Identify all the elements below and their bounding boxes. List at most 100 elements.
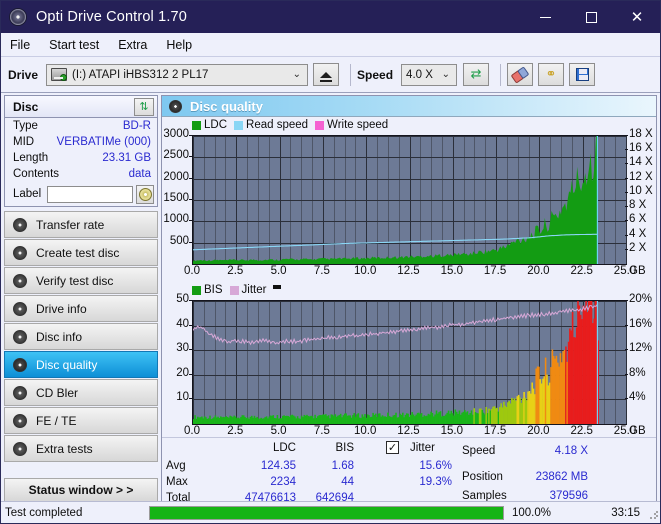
- toolbar: Drive (I:) ATAPI iHBS312 2 PL17 ⌄ Speed …: [1, 57, 660, 93]
- sidebar-item-fe-te[interactable]: FE / TE: [4, 407, 158, 434]
- disc-type-label: Type: [13, 120, 38, 132]
- stats-speed-label: Speed: [462, 445, 496, 457]
- jitter-checkbox[interactable]: ✓: [386, 441, 399, 454]
- y-tick-mark: [189, 220, 192, 222]
- legend-swatch-write-speed: [315, 120, 325, 130]
- y-tick-mark: [189, 373, 192, 375]
- disc-contents-value: data: [128, 168, 151, 180]
- sidebar-item-verify-test-disc[interactable]: Verify test disc: [4, 267, 158, 294]
- sidebar-item-label: Verify test disc: [36, 273, 114, 288]
- close-button[interactable]: ✕: [614, 1, 660, 33]
- y2-tick-label: 12%: [629, 342, 653, 355]
- menu-item-help[interactable]: Help: [166, 36, 201, 54]
- sidebar-item-drive-info[interactable]: Drive info: [4, 295, 158, 322]
- disc-label-button[interactable]: [136, 184, 154, 204]
- y2-tick-label: 16 X: [629, 142, 653, 155]
- y2-tick-label: 2 X: [629, 241, 647, 254]
- disc-panel-header: Disc ⇅: [5, 96, 157, 118]
- menu-item-start-test[interactable]: Start test: [49, 36, 108, 54]
- cd-bler-icon: [13, 385, 27, 400]
- resize-grip[interactable]: [649, 510, 659, 520]
- menu-item-extra[interactable]: Extra: [118, 36, 156, 54]
- sidebar-item-transfer-rate[interactable]: Transfer rate: [4, 211, 158, 238]
- minimize-button[interactable]: [522, 1, 568, 33]
- status-text: Test completed: [5, 506, 83, 519]
- disc-info-panel: Disc ⇅ Type BD-R MID VERBATIMe (000) Len…: [4, 95, 158, 207]
- disc-length-label: Length: [13, 152, 49, 164]
- x-tick-label: 20.0: [527, 425, 550, 437]
- create-test-disc-icon: [13, 245, 27, 260]
- menu-item-file[interactable]: File: [10, 36, 39, 54]
- sidebar-item-disc-info[interactable]: Disc info: [4, 323, 158, 350]
- navigation-list: Transfer rate Create test disc Verify te…: [4, 211, 158, 462]
- y2-tick-mark: [625, 349, 628, 351]
- y-tick-mark: [189, 135, 192, 136]
- legend-swatch-jitter: [229, 285, 239, 295]
- save-button[interactable]: [569, 63, 596, 86]
- y-tick-mark: [189, 398, 192, 400]
- sidebar-item-label: CD Bler: [36, 385, 79, 400]
- y-tick-mark: [189, 156, 192, 158]
- disc-refresh-button[interactable]: ⇅: [134, 97, 154, 116]
- sidebar-item-create-test-disc[interactable]: Create test disc: [4, 239, 158, 266]
- x-tick-label: 5.0: [270, 425, 287, 437]
- tools-button[interactable]: ⚭: [538, 63, 565, 86]
- sidebar-item-extra-tests[interactable]: Extra tests: [4, 435, 158, 462]
- max-jitter-value: 19.3%: [419, 476, 452, 488]
- eject-icon: [320, 71, 333, 82]
- y-tick-label: 50: [176, 293, 189, 305]
- y2-tick-label: 6 X: [629, 213, 647, 226]
- disc-quality-icon: [13, 357, 27, 372]
- disc-panel-title: Disc: [13, 99, 39, 114]
- y2-tick-mark: [625, 234, 628, 236]
- charts-area: LDC Read speed Write speed 500 1000 1500 20…: [162, 117, 656, 437]
- disc-type-value: BD-R: [122, 120, 151, 132]
- y2-tick-mark: [625, 177, 628, 179]
- disc-label-input[interactable]: [47, 185, 134, 203]
- maximize-button[interactable]: [568, 1, 614, 33]
- y2-tick-mark: [625, 324, 628, 326]
- legend-swatch-bis: [192, 285, 201, 295]
- x-tick-label: 15.0: [440, 425, 463, 437]
- sidebar-item-cd-bler[interactable]: CD Bler: [4, 379, 158, 406]
- sidebar-item-disc-quality[interactable]: Disc quality: [4, 351, 158, 378]
- sidebar-item-label: Create test disc: [36, 245, 120, 260]
- chevron-down-icon: ⌄: [292, 69, 302, 80]
- legend-label-write-speed: Write speed: [327, 119, 389, 131]
- main-panel-header: Disc quality: [162, 96, 656, 117]
- drive-select[interactable]: (I:) ATAPI iHBS312 2 PL17 ⌄: [46, 63, 309, 86]
- y-tick-label: 500: [169, 234, 189, 247]
- sidebar: Disc ⇅ Type BD-R MID VERBATIMe (000) Len…: [1, 93, 161, 516]
- disc-label-label: Label: [13, 188, 42, 200]
- disc-length-value: 23.31 GB: [102, 152, 151, 164]
- max-ldc-value: 2234: [270, 476, 296, 488]
- x-tick-label: 15.0: [440, 265, 463, 277]
- y-tick-label: 20: [176, 366, 189, 379]
- x-tick-label: 7.5: [313, 425, 330, 437]
- y2-tick-label: 4 X: [629, 227, 647, 240]
- y2-tick-label: 12 X: [629, 170, 653, 183]
- y2-tick-mark: [625, 163, 628, 165]
- legend-item-jitter: Jitter: [229, 284, 266, 296]
- status-window-button[interactable]: Status window > >: [4, 478, 158, 502]
- stats-col-ldc: LDC: [272, 442, 296, 454]
- drive-icon: [51, 68, 68, 81]
- speed-label: Speed: [357, 67, 394, 82]
- disc-info-icon: [13, 329, 27, 344]
- y2-tick-label: 16%: [629, 317, 653, 330]
- eject-button[interactable]: [313, 63, 340, 86]
- speed-select[interactable]: 4.0 X ⌄: [401, 63, 458, 86]
- y2-tick-mark: [625, 398, 628, 400]
- erase-button[interactable]: [507, 63, 534, 86]
- menu-bar: File Start test Extra Help: [1, 33, 660, 57]
- disc-row-contents: Contents data: [5, 166, 157, 182]
- x-tick-label: 10.0: [353, 425, 377, 437]
- disc-row-type: Type BD-R: [5, 118, 157, 134]
- sidebar-item-label: Transfer rate: [36, 217, 105, 232]
- sidebar-item-label: Extra tests: [36, 441, 93, 456]
- refresh-button[interactable]: ⇄: [463, 63, 490, 86]
- minimize-icon: [539, 16, 551, 18]
- drive-label: Drive: [8, 67, 39, 82]
- x-tick-label: 22.5: [570, 265, 593, 277]
- legend-item-bis: BIS: [192, 284, 223, 296]
